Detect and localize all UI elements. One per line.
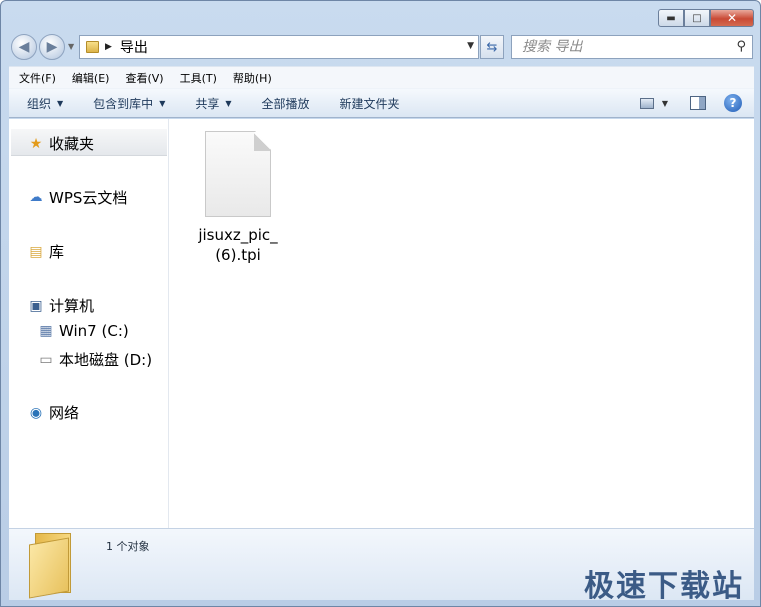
star-icon: ★	[29, 135, 43, 152]
recent-pages-chevron-down-icon[interactable]: ▼	[68, 42, 74, 51]
content-area: ★ 收藏夹 ☁ WPS云文档 ▤ 库 ▣ 计算机 ▦ Win7 (C:) ▭ 本…	[9, 119, 754, 528]
play-all-label: 全部播放	[261, 96, 310, 111]
chevron-down-icon: ▼	[159, 98, 166, 108]
refresh-button[interactable]: ⇆	[480, 35, 504, 59]
include-in-library-label: 包含到库中	[93, 96, 154, 111]
object-count: 1 个对象	[106, 540, 150, 553]
back-button[interactable]: ◀	[11, 34, 37, 60]
sidebar-item-drive-c[interactable]: ▦ Win7 (C:)	[37, 322, 129, 340]
menu-file[interactable]: 文件(F)	[19, 70, 56, 86]
help-icon[interactable]: ?	[724, 94, 742, 112]
watermark: 极速下载站	[584, 569, 744, 604]
folder-icon	[86, 41, 99, 53]
document-file-icon	[205, 131, 271, 217]
cloud-icon: ☁	[29, 190, 43, 205]
sidebar-item-label: 库	[49, 243, 65, 261]
close-button[interactable]: ✕	[710, 9, 754, 27]
file-name: jisuxz_pic_(6).tpi	[198, 226, 278, 264]
windows-drive-icon: ▦	[39, 323, 53, 339]
menu-bar: 文件(F) 编辑(E) 查看(V) 工具(T) 帮助(H)	[9, 66, 754, 88]
search-input[interactable]	[522, 39, 722, 55]
sidebar-item-favorites[interactable]: ★ 收藏夹	[27, 133, 94, 154]
menu-view[interactable]: 查看(V)	[125, 70, 163, 86]
menu-edit[interactable]: 编辑(E)	[72, 70, 110, 86]
sidebar-item-drive-d[interactable]: ▭ 本地磁盘 (D:)	[37, 349, 152, 370]
sidebar-item-libraries[interactable]: ▤ 库	[27, 241, 64, 262]
address-chevron-down-icon[interactable]: ▼	[467, 41, 474, 51]
library-icon: ▤	[29, 243, 43, 260]
minimize-button[interactable]: ▬	[658, 9, 684, 27]
maximize-button[interactable]: □	[684, 9, 710, 27]
address-path[interactable]: 导出	[120, 37, 148, 57]
share-label: 共享	[195, 96, 220, 111]
organize-button[interactable]: 组织 ▼	[27, 95, 63, 112]
address-bar[interactable]: ▶ 导出 ▼	[79, 35, 479, 59]
search-icon[interactable]: ⚲	[736, 39, 746, 54]
sidebar-item-label: WPS云文档	[49, 189, 128, 207]
sidebar-item-wps-cloud[interactable]: ☁ WPS云文档	[27, 187, 128, 208]
change-view-icon[interactable]	[639, 97, 654, 109]
refresh-icon: ⇆	[486, 39, 498, 55]
preview-pane-icon[interactable]	[690, 96, 706, 110]
breadcrumb-arrow-icon[interactable]: ▶	[105, 42, 112, 52]
menu-help[interactable]: 帮助(H)	[233, 70, 272, 86]
organize-label: 组织	[27, 96, 52, 111]
menu-tools[interactable]: 工具(T)	[180, 70, 217, 86]
details-pane: 1 个对象 极速下载站	[9, 528, 754, 604]
new-folder-label: 新建文件夹	[339, 96, 400, 111]
caption-buttons: ▬ □ ✕	[658, 9, 754, 27]
include-in-library-button[interactable]: 包含到库中 ▼	[93, 95, 165, 112]
computer-icon: ▣	[29, 297, 43, 314]
folder-front	[29, 537, 69, 599]
command-bar: 组织 ▼ 包含到库中 ▼ 共享 ▼ 全部播放 新建文件夹 ▼ ?	[9, 88, 754, 118]
hard-disk-icon: ▭	[39, 351, 53, 368]
file-item[interactable]: jisuxz_pic_(6).tpi	[188, 131, 288, 265]
sidebar-item-label: 网络	[49, 404, 80, 422]
share-button[interactable]: 共享 ▼	[195, 95, 231, 112]
sidebar-item-network[interactable]: ◉ 网络	[27, 402, 79, 423]
chevron-down-icon: ▼	[225, 98, 232, 108]
command-bar-right: ▼ ?	[639, 94, 742, 112]
navigation-row: ◀ ▶ ▼ ▶ 导出 ▼ ⇆ ⚲	[1, 33, 760, 61]
view-options-chevron-down-icon[interactable]: ▼	[662, 99, 668, 108]
sidebar-item-label: 计算机	[49, 297, 95, 315]
sidebar-item-label: 本地磁盘 (D:)	[59, 351, 153, 369]
chevron-down-icon: ▼	[57, 98, 64, 108]
sidebar-item-computer[interactable]: ▣ 计算机	[27, 295, 94, 316]
sidebar-item-label: Win7 (C:)	[59, 322, 129, 340]
navigation-pane: ★ 收藏夹 ☁ WPS云文档 ▤ 库 ▣ 计算机 ▦ Win7 (C:) ▭ 本…	[9, 119, 169, 528]
network-icon: ◉	[29, 404, 43, 421]
folder-icon	[29, 533, 79, 599]
explorer-window: ▬ □ ✕ ◀ ▶ ▼ ▶ 导出 ▼ ⇆ ⚲ 文件(F) 编辑(E) 查看(V)…	[0, 0, 761, 607]
play-all-button[interactable]: 全部播放	[262, 95, 310, 112]
forward-button[interactable]: ▶	[39, 34, 65, 60]
new-folder-button[interactable]: 新建文件夹	[340, 95, 400, 112]
file-list-pane: jisuxz_pic_(6).tpi	[170, 119, 754, 528]
search-box[interactable]: ⚲	[511, 35, 753, 59]
sidebar-item-label: 收藏夹	[49, 135, 95, 153]
